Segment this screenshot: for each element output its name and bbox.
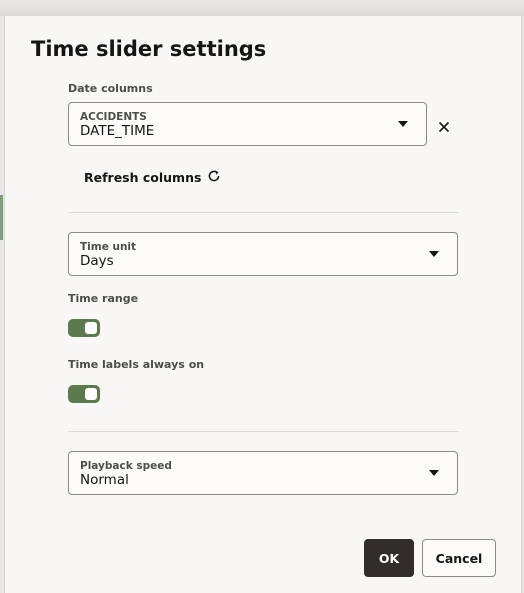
divider [68,212,459,213]
refresh-icon [207,169,221,186]
date-columns-label: Date columns [68,82,153,95]
background-app-marker [0,195,3,240]
time-labels-always-on-toggle[interactable] [68,385,100,403]
close-icon[interactable] [434,117,454,137]
date-columns-select[interactable]: ACCIDENTS DATE_TIME [68,102,427,146]
playback-speed-select[interactable]: Playback speed Normal [68,451,458,495]
time-range-toggle[interactable] [68,319,100,337]
chevron-down-icon [429,251,439,257]
cancel-button[interactable]: Cancel [422,539,496,577]
chevron-down-icon [398,121,408,127]
toggle-knob [85,388,97,400]
chevron-down-icon [429,470,439,476]
ok-button[interactable]: OK [364,539,414,577]
time-unit-value: Days [80,253,114,269]
playback-speed-value: Normal [80,472,129,488]
time-range-label: Time range [68,292,139,305]
time-unit-select[interactable]: Time unit Days [68,232,458,276]
date-columns-table-label: ACCIDENTS [80,111,147,123]
toggle-knob [85,322,97,334]
refresh-columns-button[interactable]: Refresh columns [84,166,221,188]
divider [68,431,459,432]
refresh-columns-label: Refresh columns [84,169,202,185]
background-app-strip [0,0,524,16]
date-columns-value: DATE_TIME [80,123,155,139]
time-labels-always-on-label: Time labels always on [68,358,205,371]
dialog-title: Time slider settings [31,37,267,61]
time-unit-label: Time unit [80,241,137,253]
time-slider-settings-dialog: Time slider settings Date columns ACCIDE… [4,16,522,593]
playback-speed-label: Playback speed [80,460,172,472]
